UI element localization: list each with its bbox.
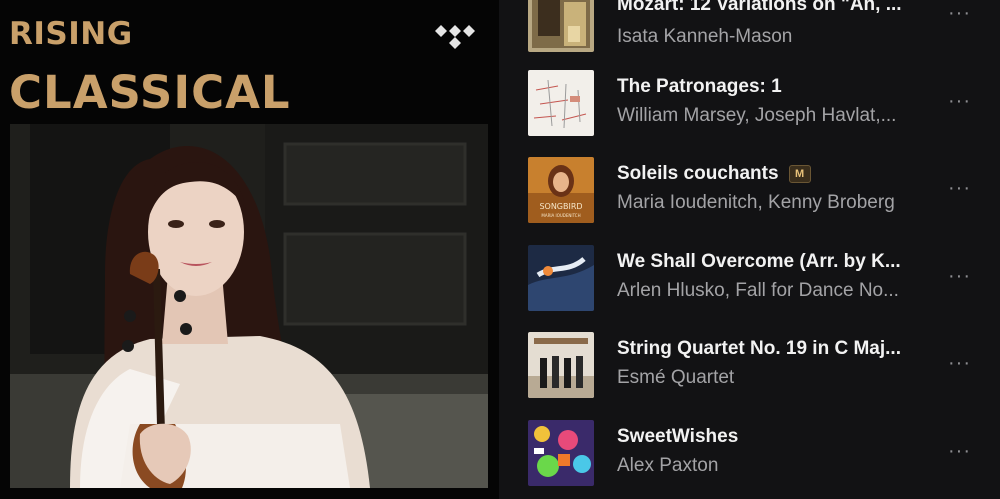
more-options-icon[interactable]: ··· xyxy=(948,177,971,200)
album-art-patronages[interactable] xyxy=(528,70,594,136)
track-row[interactable]: The Patronages: 1 William Marsey, Joseph… xyxy=(499,70,1000,158)
track-artist[interactable]: Isata Kanneh-Mason xyxy=(617,26,792,48)
album-art-we-shall-overcome[interactable] xyxy=(528,245,594,311)
album-art-esme-quartet[interactable] xyxy=(528,332,594,398)
track-artist[interactable]: Arlen Hlusko, Fall for Dance No... xyxy=(617,280,899,302)
more-options-icon[interactable]: ··· xyxy=(948,352,971,375)
more-options-icon[interactable]: ··· xyxy=(948,2,971,25)
track-row[interactable]: We Shall Overcome (Arr. by K... Arlen Hl… xyxy=(499,245,1000,333)
album-art-songbird[interactable]: SONGBIRD MARIA IOUDENITCH xyxy=(528,157,594,223)
track-row[interactable]: Mozart: 12 Variations on "Ah, ... Isata … xyxy=(499,0,1000,70)
track-artist[interactable]: Maria Ioudenitch, Kenny Broberg xyxy=(617,192,895,214)
track-artist[interactable]: Alex Paxton xyxy=(617,455,718,477)
track-title[interactable]: String Quartet No. 19 in C Maj... xyxy=(617,338,901,360)
track-title[interactable]: Mozart: 12 Variations on "Ah, ... xyxy=(617,0,902,16)
track-title[interactable]: SweetWishes xyxy=(617,426,738,448)
album-art-subtext: MARIA IOUDENITCH xyxy=(541,213,580,218)
more-options-icon[interactable]: ··· xyxy=(948,265,971,288)
more-options-icon[interactable]: ··· xyxy=(948,90,971,113)
track-title-text: Soleils couchants xyxy=(617,163,779,184)
track-row[interactable]: SweetWishes Alex Paxton ··· xyxy=(499,420,1000,499)
track-list: Mozart: 12 Variations on "Ah, ... Isata … xyxy=(499,0,1000,499)
album-art-text: SONGBIRD xyxy=(539,202,582,211)
tidal-logo-icon xyxy=(433,23,477,51)
playlist-cover[interactable]: RISING CLASSICAL xyxy=(0,0,500,499)
track-title[interactable]: The Patronages: 1 xyxy=(617,76,782,98)
track-title[interactable]: We Shall Overcome (Arr. by K... xyxy=(617,251,901,273)
track-row[interactable]: String Quartet No. 19 in C Maj... Esmé Q… xyxy=(499,332,1000,420)
cover-photo-violinist xyxy=(10,124,488,488)
master-quality-badge: M xyxy=(788,165,811,183)
cover-title-line-1: RISING xyxy=(9,16,133,52)
cover-title-line-2: CLASSICAL xyxy=(9,66,291,119)
more-options-icon[interactable]: ··· xyxy=(948,440,971,463)
track-row[interactable]: SONGBIRD MARIA IOUDENITCH Soleils coucha… xyxy=(499,157,1000,245)
track-artist[interactable]: Esmé Quartet xyxy=(617,367,734,389)
album-art-mozart-variations[interactable] xyxy=(528,0,594,52)
track-artist[interactable]: William Marsey, Joseph Havlat,... xyxy=(617,105,896,127)
album-art-sweetwishes[interactable] xyxy=(528,420,594,486)
track-title[interactable]: Soleils couchants M xyxy=(617,163,811,185)
